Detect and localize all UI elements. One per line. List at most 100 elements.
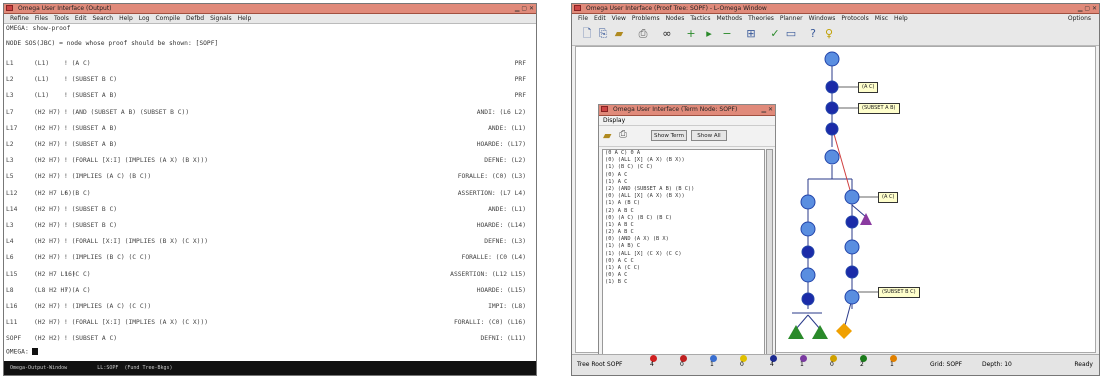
term-list-item[interactable]: (0) A C C [603, 258, 764, 265]
tree-node-label[interactable]: (SUBSET A B) [858, 103, 900, 114]
tree-node[interactable] [800, 194, 816, 210]
menu-item[interactable]: Files [35, 15, 48, 22]
proof-line-label: L4 [6, 238, 14, 246]
tree-node[interactable] [800, 221, 816, 237]
term-list-item[interactable]: (0) A C [603, 172, 764, 179]
lightbulb-icon[interactable]: ♀ [822, 27, 836, 41]
tree-node-label[interactable]: (A C) [878, 192, 899, 203]
menu-item[interactable]: Theories [748, 15, 774, 22]
orange-diamond-leaf[interactable] [836, 323, 852, 339]
tree-node[interactable] [801, 292, 815, 306]
menu-item[interactable]: File [578, 15, 588, 22]
question-icon[interactable]: ? [806, 27, 820, 41]
menu-item[interactable]: Help [894, 15, 908, 22]
tree-node[interactable] [824, 51, 840, 67]
menu-item[interactable]: Refine [10, 15, 29, 22]
tree-node[interactable] [845, 265, 859, 279]
menu-item[interactable]: Misc [875, 15, 888, 22]
purple-triangle-leaf[interactable] [860, 213, 872, 225]
menu-item[interactable]: Tools [54, 15, 69, 22]
tree-node[interactable] [825, 101, 839, 115]
tree-node[interactable] [801, 245, 815, 259]
menu-item[interactable]: Protocols [841, 15, 868, 22]
folder-icon[interactable]: ▰ [612, 27, 626, 41]
menu-item[interactable]: Tactics [690, 15, 710, 22]
tree-node[interactable] [825, 80, 839, 94]
term-list-item[interactable]: (1) B C [603, 279, 764, 286]
menu-display[interactable]: Display [603, 117, 625, 124]
tree-node[interactable] [825, 122, 839, 136]
window-controls-icon[interactable]: ▁ ▢ ✕ [1078, 5, 1097, 12]
term-list-item[interactable]: (0) (A C) (B C) (B C) [603, 215, 764, 222]
tree-node-label[interactable]: (SUBSET B C) [878, 287, 920, 298]
window-controls-icon[interactable]: ▁ ▢ ✕ [515, 5, 534, 12]
menu-item[interactable]: Signals [210, 15, 232, 22]
green-triangle-leaf[interactable] [812, 325, 828, 339]
term-list-item[interactable]: (0) (ALL [X] (A X) (B X)) [603, 157, 764, 164]
window-menu-icon[interactable] [574, 5, 581, 11]
term-list-item[interactable]: (0) A C [603, 272, 764, 279]
menu-item[interactable]: Compile [155, 15, 180, 22]
menu-item[interactable]: Help [238, 15, 252, 22]
term-list-item[interactable]: (0) (ALL [X] (A X) (B X)) [603, 193, 764, 200]
window-menu-icon[interactable] [6, 5, 13, 11]
show-all-button[interactable]: Show All [691, 130, 727, 141]
menu-item[interactable]: Search [92, 15, 113, 22]
menu-item[interactable]: Nodes [666, 15, 685, 22]
hierarchy-icon[interactable]: ⊞ [744, 27, 758, 41]
menu-item[interactable]: Defbd [186, 15, 204, 22]
console-input-line[interactable]: OMEGA: [6, 348, 38, 356]
term-list-item[interactable]: (2) A B C [603, 229, 764, 236]
window-icon[interactable]: ▭ [784, 27, 798, 41]
new-doc-icon[interactable]: 🗋 [580, 27, 594, 41]
window-menu-icon[interactable] [601, 106, 608, 112]
check-icon[interactable]: ✓ [768, 27, 782, 41]
term-list[interactable]: (0 A C) 0 A (0) (ALL [X] (A X) (B X)) (1) … [602, 149, 765, 355]
menu-options[interactable]: Options [1068, 14, 1091, 23]
proof-tree-canvas[interactable]: (A C) (SUBSET A B) (A C) (SUBSET B C) Om… [575, 46, 1096, 360]
menu-item[interactable]: Methods [716, 15, 742, 22]
menu-item[interactable]: Log [139, 15, 150, 22]
tree-node[interactable] [844, 189, 860, 205]
term-list-item[interactable]: (0 A C) 0 A [603, 150, 764, 157]
menu-item[interactable]: Windows [809, 15, 836, 22]
zoom-arrow-icon[interactable]: ▸ [702, 27, 716, 41]
open-icon[interactable]: ⎘ [596, 27, 610, 41]
graph-titlebar[interactable]: Omega User Interface (Proof Tree: SOPF) … [572, 4, 1099, 14]
term-list-item[interactable]: (1) (ALL [X] (C X) (C C) [603, 251, 764, 258]
term-list-item[interactable]: (1) (B C) (C C) [603, 164, 764, 171]
window-controls-icon[interactable]: ▁ ✕ [761, 106, 773, 113]
term-list-item[interactable]: (1) A (B C) [603, 200, 764, 207]
tree-node[interactable] [844, 239, 860, 255]
term-list-item[interactable]: (1) A (C C) [603, 265, 764, 272]
tree-node[interactable] [845, 215, 859, 229]
binoculars-icon[interactable]: ∞ [660, 27, 674, 41]
term-list-item[interactable]: (2) A B C [603, 208, 764, 215]
proof-line-expr: ! (SUBSET B C) [64, 222, 118, 229]
menu-item[interactable]: View [612, 15, 626, 22]
menu-item[interactable]: Help [119, 15, 133, 22]
console-titlebar[interactable]: Omega User Interface (Output) ▁ ▢ ✕ [4, 4, 536, 14]
tree-node-label[interactable]: (A C) [858, 82, 879, 93]
print-icon[interactable]: ⎙ [636, 27, 650, 41]
zoom-out-icon[interactable]: − [720, 27, 734, 41]
term-titlebar[interactable]: Omega User Interface (Term Node: SOPF) ▁… [599, 105, 775, 116]
menu-item[interactable]: Problems [632, 15, 660, 22]
menu-item[interactable]: Planner [780, 15, 803, 22]
term-list-item[interactable]: (1) (A B) C [603, 243, 764, 250]
menu-item[interactable]: Edit [75, 15, 87, 22]
term-list-item[interactable]: (2) (AND (SUBSET A B) (B C)) [603, 186, 764, 193]
print-icon[interactable]: ⎙ [619, 129, 627, 140]
tree-node[interactable] [844, 289, 860, 305]
tree-node[interactable] [824, 149, 840, 165]
folder-icon[interactable]: ▰ [603, 129, 611, 142]
green-triangle-leaf[interactable] [788, 325, 804, 339]
term-list-item[interactable]: (0) (AND (A X) (B X) [603, 236, 764, 243]
zoom-in-icon[interactable]: + [684, 27, 698, 41]
term-scrollbar[interactable] [766, 149, 773, 355]
menu-item[interactable]: Edit [594, 15, 606, 22]
term-list-item[interactable]: (1) A C [603, 179, 764, 186]
term-list-item[interactable]: (1) A B C [603, 222, 764, 229]
tree-node[interactable] [800, 267, 816, 283]
show-term-button[interactable]: Show Term [651, 130, 687, 141]
